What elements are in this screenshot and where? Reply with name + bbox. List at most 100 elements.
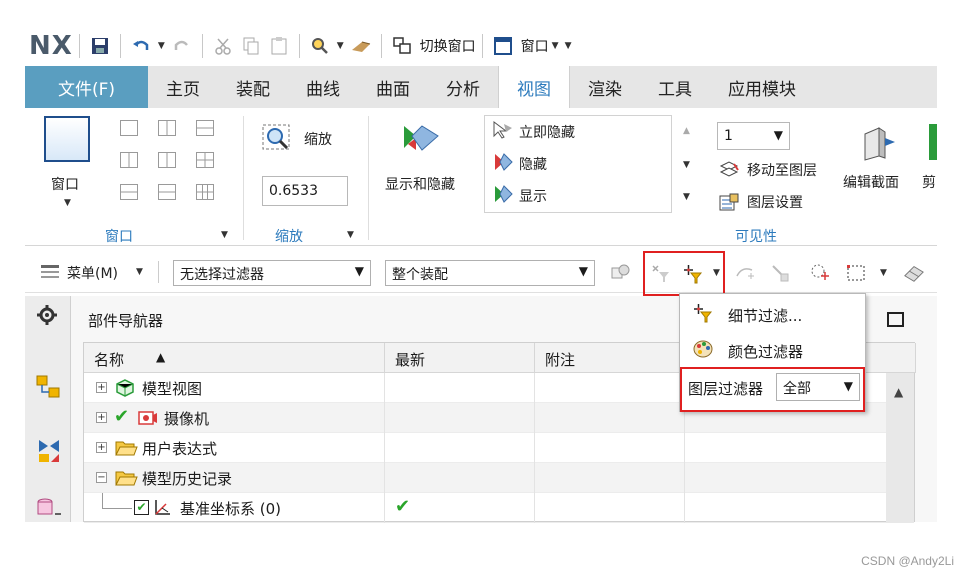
snap-point-icon[interactable]	[734, 262, 756, 284]
tree-row-datum-csys[interactable]: ✔ 基准坐标系 (0) ✔	[84, 493, 887, 523]
tree-connector	[102, 508, 132, 509]
layout-vertical-split-icon[interactable]	[158, 120, 176, 136]
column-name-label: 名称	[94, 351, 125, 369]
move-to-layer-button[interactable]: 移动至图层	[747, 160, 817, 180]
chevron-down-icon[interactable]: ▼	[64, 198, 71, 208]
latest-cell	[385, 403, 535, 433]
rectangle-select-icon[interactable]	[845, 262, 867, 284]
tab-surface[interactable]: 曲面	[358, 66, 428, 108]
scroll-up-icon[interactable]: ▲	[894, 385, 903, 399]
touch-mode-icon[interactable]	[350, 35, 372, 57]
zoom-button[interactable]: 缩放	[304, 129, 332, 149]
chevron-down-icon[interactable]: ▼	[880, 268, 887, 278]
expand-icon[interactable]: +	[96, 382, 107, 393]
layout-four-icon[interactable]	[196, 152, 214, 168]
notes-cell	[535, 433, 685, 463]
layout-three-right-icon[interactable]	[158, 152, 176, 168]
column-header-name[interactable]: 名称 ▲	[84, 343, 385, 373]
zoom-scale-input[interactable]: 0.6533	[262, 176, 348, 206]
save-icon[interactable]	[89, 35, 111, 57]
part-navigator-icon[interactable]	[35, 496, 63, 524]
show-button[interactable]: 显示	[519, 186, 547, 206]
assembly-navigator-icon[interactable]	[35, 374, 63, 402]
command-finder-icon[interactable]	[309, 35, 331, 57]
hide-immediately-icon	[492, 120, 514, 140]
layout-single-icon[interactable]	[120, 120, 138, 136]
chevron-down-icon[interactable]: ▼	[552, 41, 559, 51]
edit-section-icon[interactable]	[859, 124, 899, 162]
cut-icon[interactable]	[212, 35, 234, 57]
expand-icon[interactable]: +	[96, 442, 107, 453]
collapse-icon[interactable]: −	[96, 472, 107, 483]
window-button[interactable]: 窗口	[51, 174, 79, 194]
clip-section-button[interactable]: 剪	[922, 172, 936, 192]
layout-six-icon[interactable]	[196, 184, 214, 200]
scroll-up-icon[interactable]: ▲	[683, 126, 690, 136]
layer-settings-button[interactable]: 图层设置	[747, 192, 803, 212]
undo-icon[interactable]	[130, 35, 152, 57]
window-icon[interactable]	[492, 35, 514, 57]
type-filter-dropdown[interactable]: 无选择过滤器 ▼	[173, 260, 371, 286]
eraser-icon[interactable]	[903, 262, 925, 284]
work-layer-dropdown[interactable]: 1 ▼	[717, 122, 790, 150]
tab-analysis[interactable]: 分析	[428, 66, 498, 108]
resource-bar	[25, 296, 71, 522]
chevron-down-icon[interactable]: ▼	[136, 267, 143, 277]
work-layer-value: 1	[724, 128, 733, 144]
tab-file[interactable]: 文件(F)	[25, 66, 148, 108]
select-by-feature-icon[interactable]	[809, 262, 831, 284]
tab-render[interactable]: 渲染	[570, 66, 640, 108]
window-menu-button[interactable]: 窗口	[521, 36, 549, 56]
tab-assembly[interactable]: 装配	[218, 66, 288, 108]
camera-icon	[136, 408, 158, 428]
customize-icon[interactable]: ▼	[565, 41, 572, 51]
assembly-filter-icon[interactable]	[609, 262, 631, 284]
menu-button[interactable]: 菜单(M)	[67, 263, 118, 283]
switch-window-icon[interactable]	[391, 35, 413, 57]
copy-icon[interactable]	[240, 35, 262, 57]
window-big-icon[interactable]	[44, 116, 90, 162]
tab-application[interactable]: 应用模块	[710, 66, 814, 108]
constraint-navigator-icon[interactable]	[35, 436, 63, 464]
menu-item-color-filter[interactable]: 颜色过滤器	[680, 332, 866, 366]
tree-row-model-history[interactable]: − 模型历史记录	[84, 463, 887, 493]
layout-three-left-icon[interactable]	[120, 152, 138, 168]
chevron-down-icon[interactable]: ▼	[158, 41, 165, 51]
selection-scope-dropdown[interactable]: 整个装配 ▼	[385, 260, 595, 286]
group-more-icon[interactable]: ▼	[347, 230, 354, 240]
group-label-window: 窗口	[105, 229, 133, 245]
separator	[380, 34, 382, 58]
edit-section-button[interactable]: 编辑截面	[843, 172, 899, 192]
expand-icon[interactable]: +	[96, 412, 107, 423]
column-header-latest[interactable]: 最新	[385, 343, 535, 373]
tab-home[interactable]: 主页	[148, 66, 218, 108]
group-more-icon[interactable]: ▼	[221, 230, 228, 240]
tab-tools[interactable]: 工具	[640, 66, 710, 108]
tab-view[interactable]: 视图	[498, 66, 570, 108]
nx-logo: NX	[29, 31, 73, 61]
hide-button[interactable]: 隐藏	[519, 154, 547, 174]
layout-three-top-icon[interactable]	[158, 184, 176, 200]
tab-curve[interactable]: 曲线	[288, 66, 358, 108]
visibility-checkbox[interactable]: ✔	[134, 500, 149, 515]
chevron-down-icon[interactable]: ▼	[337, 41, 344, 51]
layout-two-bottom-icon[interactable]	[120, 184, 138, 200]
scroll-down-icon[interactable]: ▼	[683, 160, 690, 170]
show-hide-icon[interactable]	[402, 122, 442, 158]
paste-icon[interactable]	[268, 35, 290, 57]
show-hide-button[interactable]: 显示和隐藏	[385, 174, 455, 194]
select-by-point-icon[interactable]	[769, 262, 791, 284]
gear-icon[interactable]	[36, 304, 58, 326]
hide-immediately-button[interactable]: 立即隐藏	[519, 122, 575, 142]
switch-window-button[interactable]: 切换窗口	[420, 36, 476, 56]
tree-row-user-expressions[interactable]: + 用户表达式	[84, 433, 887, 463]
maximize-icon[interactable]	[887, 312, 904, 327]
chevron-down-icon: ▼	[354, 264, 364, 278]
expand-gallery-icon[interactable]: ▼	[683, 192, 690, 202]
layout-horizontal-split-icon[interactable]	[196, 120, 214, 136]
clip-section-icon[interactable]	[929, 124, 937, 160]
menu-item-detail-filter[interactable]: 细节过滤...	[680, 296, 866, 330]
vertical-scrollbar[interactable]: ▲	[886, 373, 914, 523]
zoom-icon[interactable]	[262, 124, 292, 152]
redo-icon[interactable]	[171, 35, 193, 57]
